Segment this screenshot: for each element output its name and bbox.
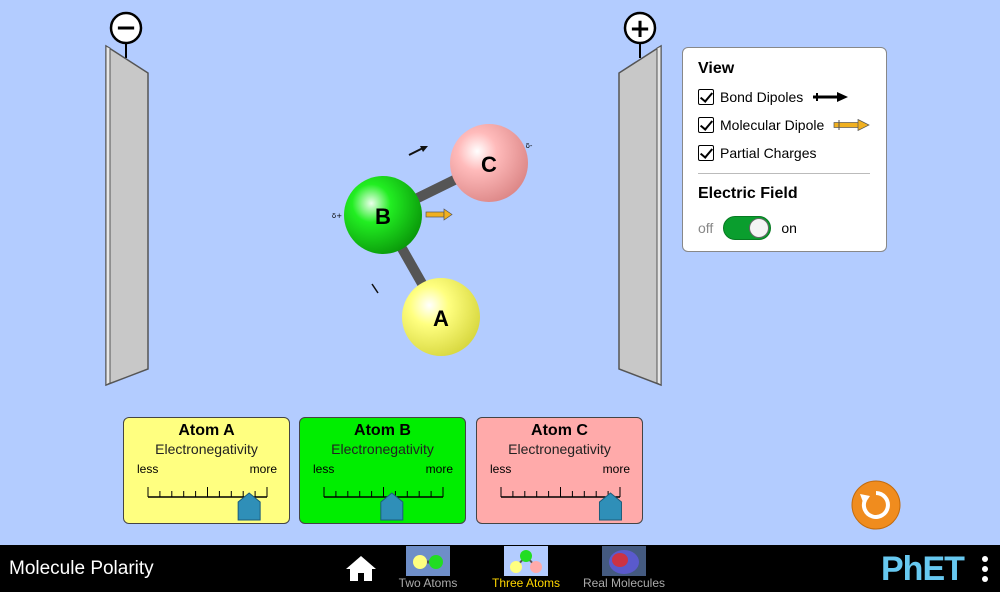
electric-field-off-label: off	[698, 220, 714, 236]
bond-dipoles-checkbox[interactable]	[698, 89, 714, 105]
app-title: Molecule Polarity	[9, 558, 154, 579]
atom-b-panel-title: Atom B	[354, 422, 411, 439]
atom-a[interactable]: A	[402, 278, 480, 356]
tab-two-atoms[interactable]	[406, 546, 450, 576]
view-title: View	[698, 60, 735, 77]
negative-plate	[105, 44, 149, 387]
tab-three-atoms[interactable]	[504, 546, 548, 576]
positive-plate	[618, 44, 662, 387]
atom-b-more-label: more	[425, 462, 453, 476]
bond-dipole-legend-icon	[813, 92, 849, 102]
partial-charge-c: δ-	[526, 142, 533, 150]
atom-c-label: C	[481, 152, 497, 177]
atom-b-panel: Atom B Electronegativity less more	[299, 417, 466, 524]
atom-c-electronegativity-slider[interactable]	[477, 478, 644, 522]
atom-a-label: A	[433, 306, 449, 331]
partial-charges-checkbox[interactable]	[698, 145, 714, 161]
bond-dipole-b-c-icon	[408, 146, 428, 156]
atom-c-electronegativity-label: Electronegativity	[508, 441, 611, 457]
electric-field-toggle-row: off on	[698, 216, 797, 240]
navigation-bar: Molecule Polarity Two Atoms Three Atoms	[0, 545, 1000, 592]
electric-field-on-label: on	[781, 220, 797, 236]
real-molecules-tab-icon	[602, 546, 646, 576]
atom-a-less-label: less	[137, 462, 159, 476]
atom-b[interactable]: B	[344, 176, 422, 254]
atom-b-electronegativity-slider[interactable]	[300, 478, 467, 522]
positive-plate-symbol: +	[623, 11, 657, 45]
tab-real-molecules-label[interactable]: Real Molecules	[576, 576, 672, 590]
phet-logo[interactable]: PhET	[881, 550, 965, 589]
atom-c-more-label: more	[602, 462, 630, 476]
more-options-icon[interactable]	[981, 555, 989, 583]
two-atoms-tab-icon	[406, 546, 450, 576]
bond-dipole-b-a-icon	[371, 283, 379, 294]
atom-b-label: B	[375, 204, 391, 229]
tab-real-molecules[interactable]	[602, 546, 646, 576]
atom-c[interactable]: C	[450, 124, 528, 202]
atom-c-panel-title: Atom C	[531, 422, 588, 439]
minus-label: −	[115, 13, 137, 43]
atom-a-panel-title: Atom A	[178, 422, 235, 439]
atom-a-electronegativity-slider[interactable]	[124, 478, 291, 522]
molecular-dipole-icon	[425, 208, 453, 221]
molecular-dipole-checkbox[interactable]	[698, 117, 714, 133]
three-atoms-tab-icon	[504, 546, 548, 576]
view-panel: View Bond Dipoles Molecular Dipole Parti…	[682, 47, 887, 252]
atom-c-panel: Atom C Electronegativity less more	[476, 417, 643, 524]
molecular-dipole-label: Molecular Dipole	[720, 117, 825, 133]
electric-field-toggle[interactable]	[723, 216, 772, 240]
partial-charges-option[interactable]: Partial Charges	[698, 143, 817, 163]
atom-c-less-label: less	[490, 462, 512, 476]
bond-dipoles-option[interactable]: Bond Dipoles	[698, 87, 849, 107]
negative-plate-symbol: −	[109, 11, 143, 45]
reset-all-button[interactable]	[851, 480, 901, 530]
atom-b-electronegativity-label: Electronegativity	[331, 441, 434, 457]
view-divider	[698, 173, 870, 174]
molecular-dipole-option[interactable]: Molecular Dipole	[698, 115, 871, 135]
atom-a-panel: Atom A Electronegativity less more	[123, 417, 290, 524]
tab-three-atoms-label[interactable]: Three Atoms	[481, 576, 571, 590]
partial-charge-b: δ+	[332, 212, 342, 220]
bond-dipoles-label: Bond Dipoles	[720, 89, 804, 105]
plus-label: +	[629, 14, 651, 44]
atom-a-electronegativity-label: Electronegativity	[155, 441, 258, 457]
toggle-knob[interactable]	[749, 218, 770, 238]
molecular-dipole-legend-icon	[833, 119, 871, 131]
tab-two-atoms-label[interactable]: Two Atoms	[386, 576, 470, 590]
home-icon[interactable]	[345, 554, 377, 582]
electric-field-title: Electric Field	[698, 185, 798, 202]
partial-charges-label: Partial Charges	[720, 145, 817, 161]
atom-a-more-label: more	[249, 462, 277, 476]
atom-b-less-label: less	[313, 462, 335, 476]
